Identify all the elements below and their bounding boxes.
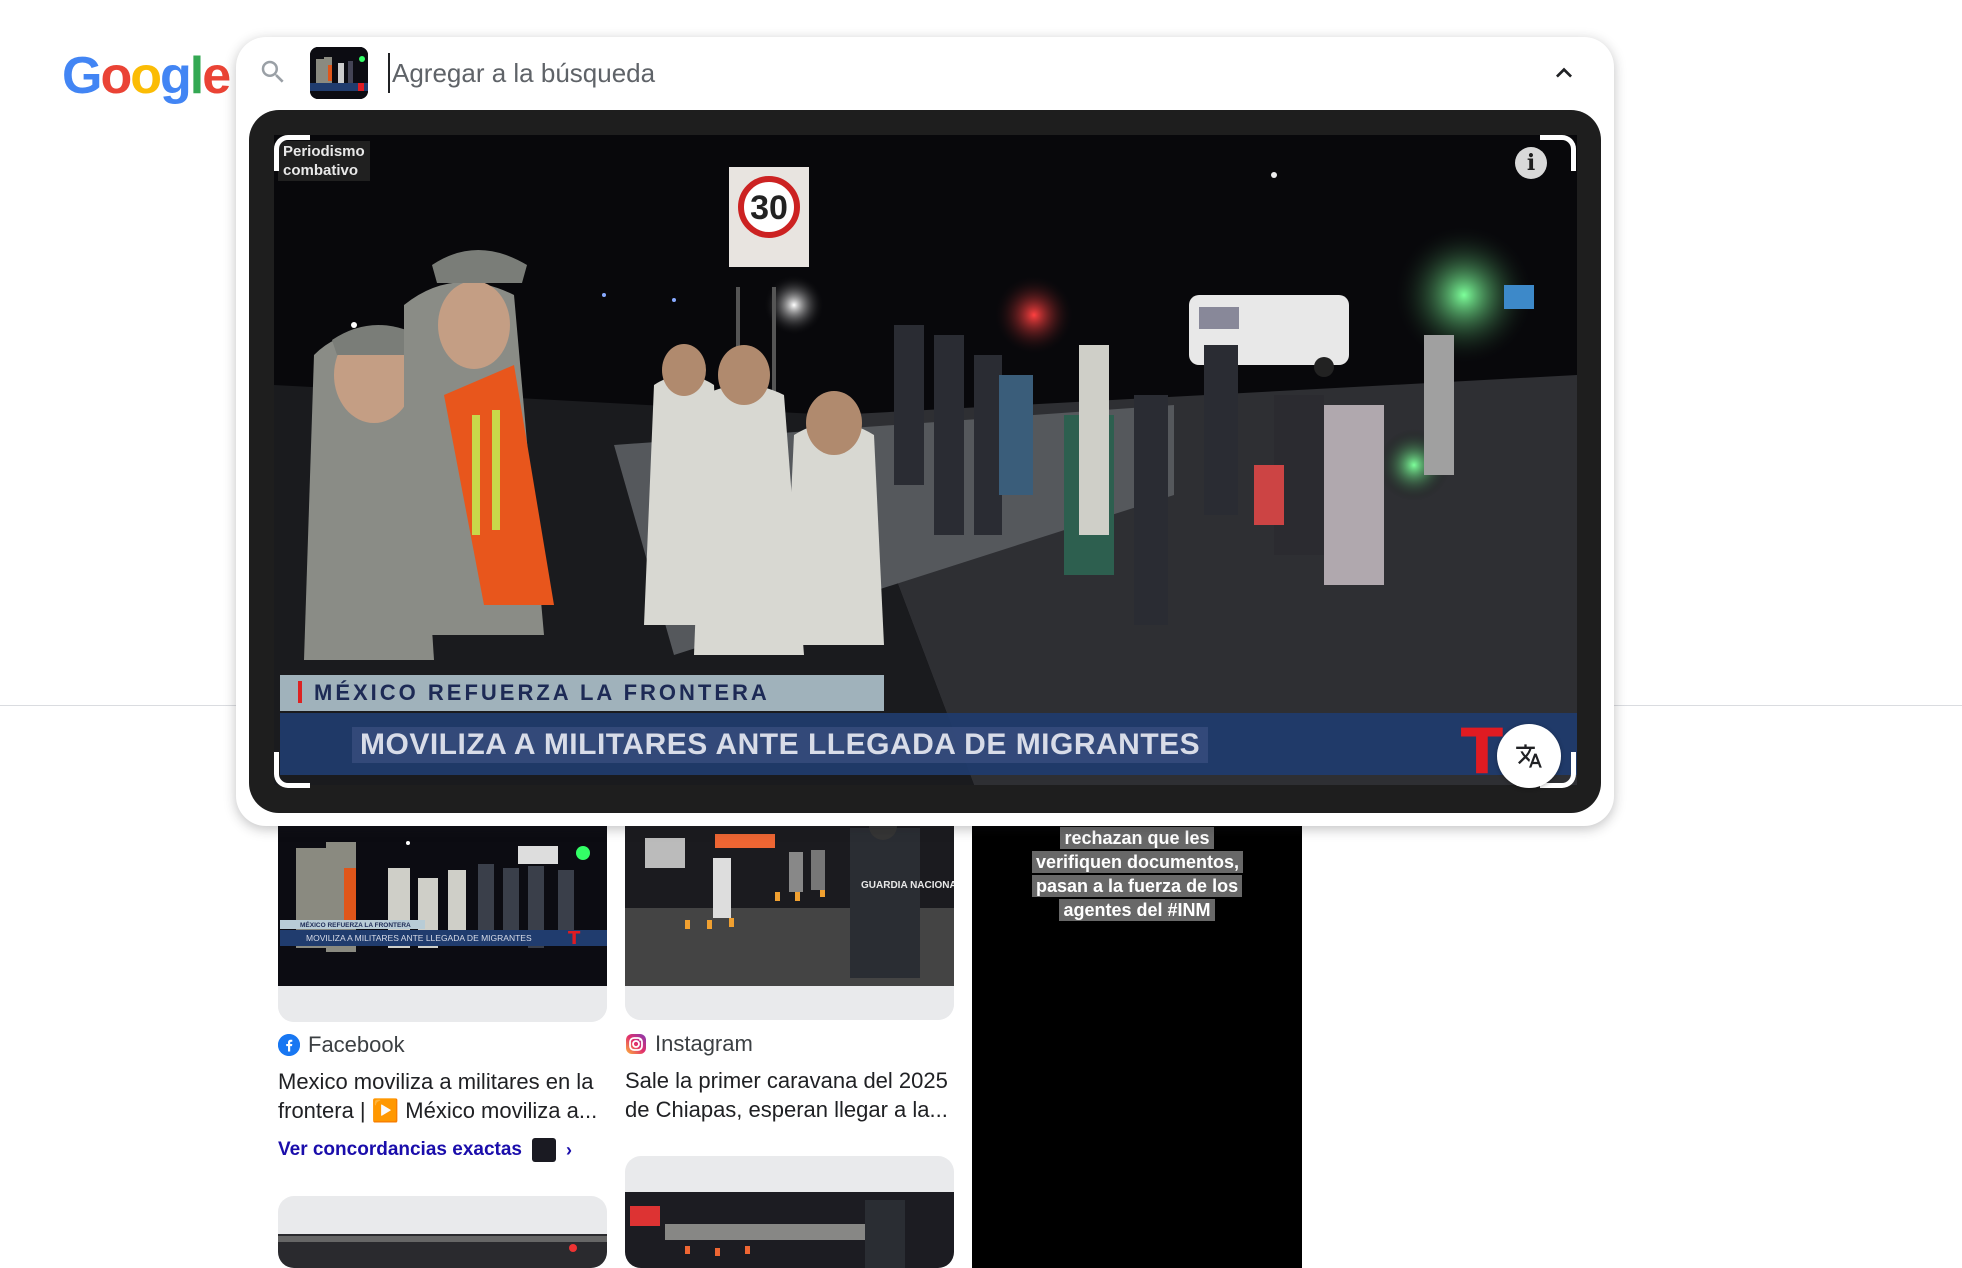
instagram-icon <box>625 1033 647 1055</box>
result-thumbnail[interactable]: MÉXICO REFUERZA LA FRONTERA MOVILIZA A M… <box>278 808 607 1022</box>
result-thumbnail-image <box>625 1192 954 1268</box>
lower-third-headline: MOVILIZA A MILITARES ANTE LLEGADA DE MIG… <box>352 727 1209 763</box>
chevron-right-icon: › <box>565 1139 572 1160</box>
logo-letter: e <box>202 47 231 105</box>
exact-matches-label: Ver concordancias exactas <box>278 1139 522 1160</box>
logo-letter: l <box>189 47 205 105</box>
result-thumbnail[interactable]: rechazan que les verifiquen documentos, … <box>972 808 1302 1268</box>
chevron-up-icon[interactable] <box>1548 57 1580 89</box>
speed-sign-value: 30 <box>750 189 788 227</box>
result-title[interactable]: Sale la primer caravana del 2025 de Chia… <box>625 1066 959 1124</box>
result-thumbnail[interactable]: GUARDIA NACIONAL <box>625 808 954 1020</box>
result-thumbnail-image: MÉXICO REFUERZA LA FRONTERA MOVILIZA A M… <box>278 808 607 1022</box>
query-image-thumbnail[interactable] <box>310 47 368 99</box>
exact-match-thumbnail <box>531 1138 556 1162</box>
video-caption: rechazan que les verifiquen documentos, … <box>1032 826 1244 922</box>
thumb-lower-third-top: MÉXICO REFUERZA LA FRONTERA <box>300 920 411 929</box>
result-thumbnail[interactable] <box>625 1156 954 1268</box>
logo-letter: o <box>100 47 132 105</box>
search-input[interactable] <box>388 53 1388 93</box>
result-thumbnail-image: GUARDIA NACIONAL <box>625 808 954 1020</box>
exact-matches-link[interactable]: Ver concordancias exactas › <box>278 1138 572 1162</box>
result-source-label: Facebook <box>308 1032 405 1057</box>
result-source[interactable]: Facebook <box>278 1032 405 1058</box>
lens-image-frame[interactable]: 30 Periodismo combativo i MÉXICO REFUERZ… <box>249 110 1601 813</box>
result-thumbnail[interactable] <box>278 1196 607 1268</box>
translate-button[interactable] <box>1497 724 1561 788</box>
thumb-vest-text: GUARDIA NACIONAL <box>861 880 954 891</box>
thumb-lower-third-headline: MOVILIZA A MILITARES ANTE LLEGADA DE MIG… <box>306 933 532 943</box>
logo-letter: o <box>130 47 162 105</box>
lower-third-subtitle: MÉXICO REFUERZA LA FRONTERA <box>280 675 884 711</box>
search-bar <box>236 37 1614 109</box>
lens-search-panel: 30 <box>236 37 1614 826</box>
network-logo-icon: T <box>568 928 581 949</box>
logo-letter: g <box>159 47 192 105</box>
result-source[interactable]: Instagram <box>625 1031 753 1057</box>
crop-handle-top-right[interactable] <box>1540 135 1576 171</box>
logo-letter: G <box>62 47 102 105</box>
search-icon <box>258 57 288 87</box>
lower-third-banner: MOVILIZA A MILITARES ANTE LLEGADA DE MIG… <box>280 713 1577 783</box>
lens-image: 30 Periodismo combativo i MÉXICO REFUERZ… <box>274 135 1577 785</box>
crop-handle-bottom-left[interactable] <box>274 752 310 788</box>
result-source-label: Instagram <box>655 1031 753 1056</box>
google-logo[interactable]: Google <box>62 47 231 105</box>
result-title[interactable]: Mexico moviliza a militares en la fronte… <box>278 1067 612 1125</box>
facebook-icon <box>278 1034 300 1056</box>
crop-handle-top-left[interactable] <box>274 135 310 171</box>
result-thumbnail-image <box>278 1234 607 1268</box>
translate-icon <box>1516 744 1542 768</box>
